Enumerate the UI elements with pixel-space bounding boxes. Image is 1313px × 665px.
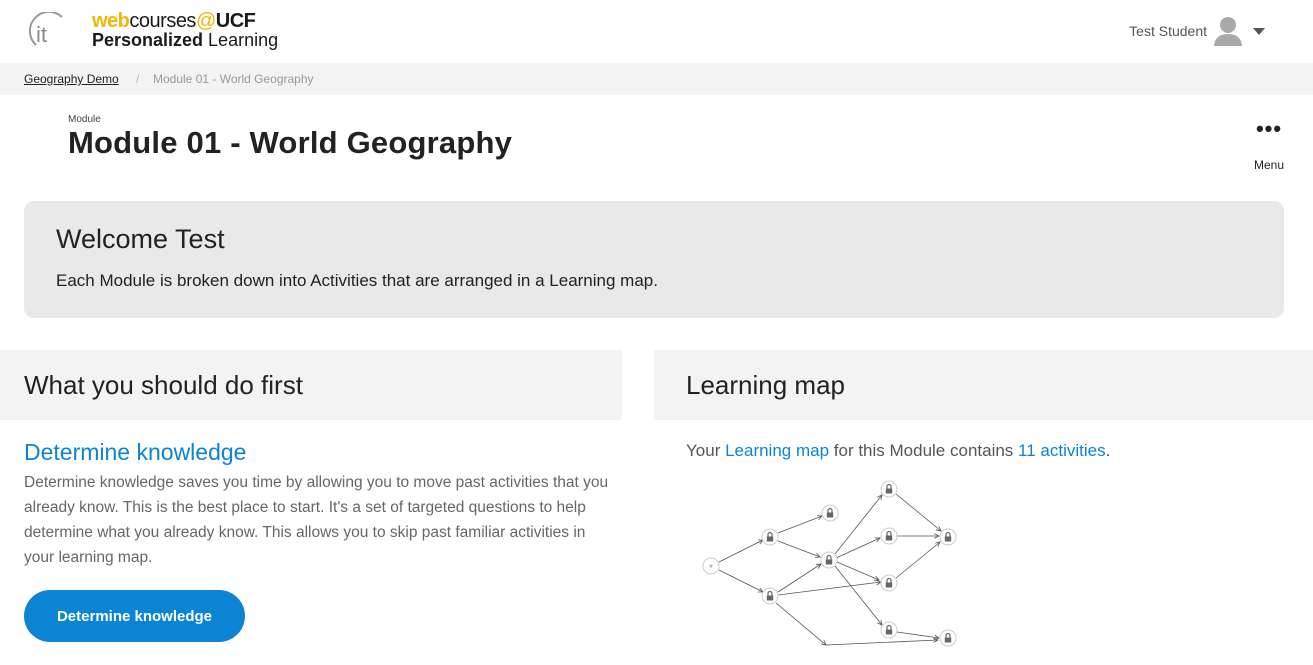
menu-label: Menu	[1253, 158, 1285, 172]
user-menu[interactable]: Test Student	[1129, 15, 1265, 47]
intro-prefix: Your	[686, 441, 726, 460]
map-start-node[interactable]	[702, 557, 720, 575]
intro-suffix: .	[1105, 441, 1111, 460]
determine-knowledge-button[interactable]: Determine knowledge	[24, 590, 245, 642]
page-title: Module 01 - World Geography	[68, 125, 513, 160]
intro-middle: for this Module contains	[829, 441, 1019, 460]
learning-map-link[interactable]: Learning map	[725, 441, 829, 460]
learning-map-intro: Your Learning map for this Module contai…	[686, 441, 1110, 461]
welcome-title: Welcome Test	[56, 224, 225, 254]
lock-icon[interactable]	[880, 574, 898, 592]
lock-icon[interactable]	[761, 587, 779, 605]
learning-map-graph[interactable]	[686, 470, 976, 660]
breadcrumb: Geography Demo / Module 01 - World Geogr…	[0, 63, 1313, 95]
lock-icon[interactable]	[761, 528, 779, 546]
chevron-down-icon[interactable]	[1253, 27, 1265, 35]
breadcrumb-separator: /	[136, 72, 140, 86]
lock-icon[interactable]	[939, 528, 957, 546]
brand-logo: webcourses@UCF Personalized Learning	[92, 10, 279, 50]
lock-icon[interactable]	[820, 551, 838, 569]
menu-button[interactable]: ••• Menu	[1246, 116, 1292, 178]
learning-map-heading: Learning map	[686, 370, 845, 400]
learning-map-section-header: Learning map	[654, 350, 1313, 420]
determine-knowledge-description: Determine knowledge saves you time by al…	[24, 474, 609, 566]
welcome-panel: Welcome Test Each Module is broken down …	[24, 201, 1284, 318]
top-bar: it webcourses@UCF Personalized Learning …	[0, 0, 1313, 63]
avatar-icon	[1214, 17, 1242, 46]
lock-icon[interactable]	[821, 504, 839, 522]
svg-text:it: it	[36, 22, 47, 47]
activities-link[interactable]: 11 activities	[1018, 441, 1106, 460]
lock-icon[interactable]	[880, 480, 898, 498]
welcome-text: Each Module is broken down into Activiti…	[56, 271, 658, 290]
lock-icon[interactable]	[880, 527, 898, 545]
lock-icon[interactable]	[939, 629, 957, 647]
more-dots-icon: •••	[1255, 116, 1283, 141]
breadcrumb-course-link[interactable]: Geography Demo	[24, 72, 119, 86]
first-section-heading: What you should do first	[24, 370, 303, 400]
breadcrumb-current: Module 01 - World Geography	[153, 72, 314, 86]
it-logo-icon: it	[28, 12, 63, 47]
first-section-header: What you should do first	[0, 350, 622, 420]
lock-icon[interactable]	[880, 621, 898, 639]
determine-knowledge-link[interactable]: Determine knowledge	[24, 439, 246, 466]
user-name: Test Student	[1129, 23, 1207, 39]
module-label: Module	[68, 114, 101, 125]
